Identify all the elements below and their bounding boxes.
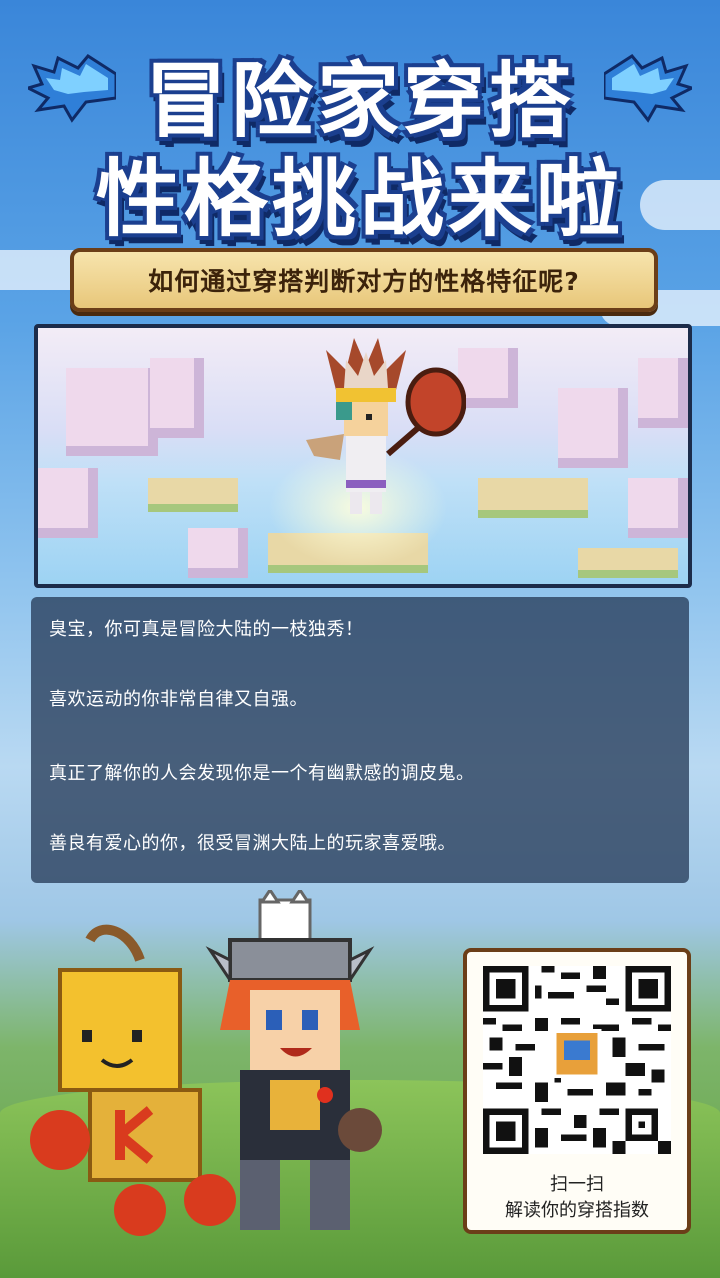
- qr-caption-scan: 扫一扫: [550, 1174, 604, 1195]
- pixel-block: [38, 468, 98, 538]
- pixel-block: [66, 368, 158, 456]
- pixel-block: [188, 528, 248, 578]
- pixel-block: [150, 358, 204, 438]
- personality-result-panel: 臭宝，你可真是冒险大陆的一枝独秀！ 喜欢运动的你非常自律又自强。 真正了解你的人…: [31, 597, 689, 883]
- banner-text: 如何通过穿搭判断对方的性格特征呢?: [148, 267, 580, 296]
- pixel-block: [638, 358, 688, 428]
- page-title-line2: 性格挑战来啦: [95, 150, 624, 248]
- result-line-3: 真正了解你的人会发现你是一个有幽默感的调皮鬼。: [49, 763, 475, 784]
- qr-code[interactable]: [483, 966, 671, 1154]
- result-line-4: 善良有爱心的你，很受冒渊大陆上的玩家喜爱哦。: [49, 833, 456, 854]
- pixel-island: [578, 548, 678, 578]
- warrior-character: [205, 890, 382, 1230]
- pixel-block: [558, 388, 628, 468]
- pixel-block: [458, 348, 518, 408]
- result-line-1: 臭宝，你可真是冒险大陆的一枝独秀！: [49, 619, 364, 640]
- title-area: 冒险家穿搭 性格挑战来啦: [0, 14, 720, 248]
- pixel-block: [628, 478, 688, 538]
- character-scene: [34, 324, 692, 588]
- qr-code-card[interactable]: 扫一扫 解读你的穿搭指数: [463, 948, 691, 1234]
- qr-caption-read: 解读你的穿搭指数: [505, 1200, 649, 1221]
- question-banner: 如何通过穿搭判断对方的性格特征呢?: [70, 248, 658, 312]
- result-line-2: 喜欢运动的你非常自律又自强。: [49, 689, 308, 710]
- pixel-island: [148, 478, 238, 512]
- adventurer-character: [306, 338, 466, 514]
- pixel-island: [478, 478, 588, 518]
